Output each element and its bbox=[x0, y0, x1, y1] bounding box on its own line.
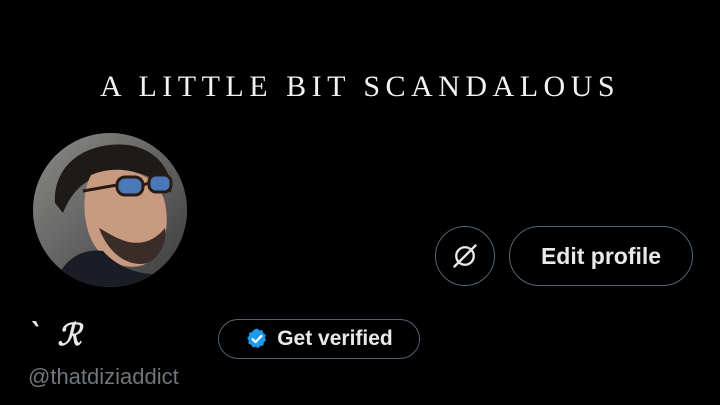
reach-icon bbox=[453, 244, 477, 268]
avatar[interactable] bbox=[30, 130, 190, 290]
user-handle: @thatdiziaddict bbox=[28, 364, 179, 389]
banner-text: A LITTLE BIT SCANDALOUS bbox=[99, 70, 621, 103]
get-verified-label: Get verified bbox=[277, 327, 393, 350]
reach-button[interactable] bbox=[435, 226, 495, 286]
avatar-image bbox=[33, 133, 187, 287]
verified-badge-icon bbox=[247, 328, 267, 349]
display-name: ` ℛ bbox=[28, 318, 84, 353]
edit-profile-button[interactable]: Edit profile bbox=[509, 226, 693, 286]
get-verified-button[interactable]: Get verified bbox=[218, 319, 420, 359]
